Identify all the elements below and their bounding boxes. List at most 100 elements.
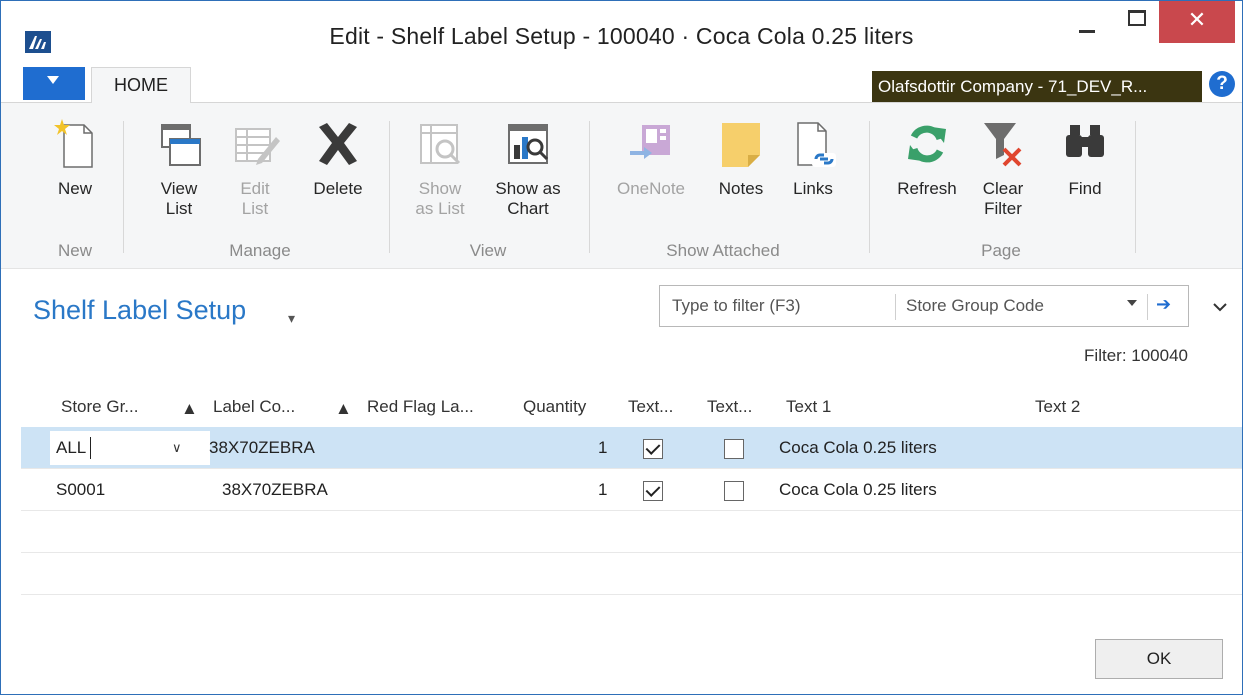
filter-search-input[interactable]: Type to filter (F3) [672,296,800,316]
column-header-text1[interactable]: Text 1 [786,397,831,417]
links-button[interactable]: Links [785,115,841,199]
apply-filter-arrow-icon[interactable]: ➔ [1156,294,1171,315]
refresh-button[interactable]: Refresh [887,115,967,199]
store-group-code-field[interactable]: ALL ∨ [50,431,210,465]
show-as-chart-icon [503,115,553,171]
edit-list-label-2: List [241,199,269,218]
view-list-label-1: View [160,179,198,198]
text-b-checkbox[interactable] [724,439,744,459]
refresh-icon [902,115,952,171]
view-list-label-2: List [165,199,193,218]
minimize-icon [1079,30,1095,33]
links-label: Links [793,179,833,198]
column-header-red-flag[interactable]: Red Flag La... [367,397,474,417]
column-header-label-code[interactable]: Label Co... [213,397,295,417]
table-row[interactable]: ALL ∨ 38X70ZEBRA 1 Coca Cola 0.25 liters [21,427,1242,469]
find-button[interactable]: Find [1055,115,1115,199]
empty-row[interactable] [21,553,1242,595]
show-as-chart-button[interactable]: Show as Chart [485,115,571,219]
ribbon: New New View List Edit List Delete Manag… [1,103,1242,269]
filter-status: Filter: 100040 [1084,346,1188,365]
tab-home[interactable]: HOME [91,67,191,104]
onenote-icon [626,115,676,171]
filter-bar: Type to filter (F3) Store Group Code ➔ [659,285,1189,327]
delete-icon [313,115,363,171]
show-as-list-label-1: Show [418,179,462,198]
application-menu-button[interactable] [23,67,85,100]
group-label-page: Page [981,241,1021,260]
quantity-cell[interactable]: 1 [598,480,607,500]
clear-filter-icon [978,115,1028,171]
sort-ascending-icon: ▲ [181,399,198,418]
chevron-down-icon[interactable]: ∨ [172,440,182,456]
edit-list-button[interactable]: Edit List [223,115,287,219]
clear-filter-label-2: Filter [984,199,1022,218]
close-button[interactable]: ✕ [1159,1,1235,43]
column-header-quantity[interactable]: Quantity [523,397,586,417]
label-code-cell[interactable]: 38X70ZEBRA [222,480,328,500]
table-row[interactable]: S0001 38X70ZEBRA 1 Coca Cola 0.25 liters [21,469,1242,511]
show-as-chart-label-2: Chart [507,199,549,218]
view-list-button[interactable]: View List [147,115,211,219]
filter-field-select[interactable]: Store Group Code [906,296,1044,316]
ribbon-tab-row: HOME Olafsdottir Company - 71_DEV_R... ? [1,63,1242,104]
find-label: Find [1068,179,1102,198]
column-header-store-group[interactable]: Store Gr... [61,397,138,417]
store-group-value: ALL [56,438,87,457]
group-label-manage: Manage [229,241,291,260]
text1-cell[interactable]: Coca Cola 0.25 liters [779,480,937,500]
notes-icon [716,115,766,171]
delete-button[interactable]: Delete [303,115,373,199]
minimize-button[interactable] [1063,1,1111,43]
edit-list-icon [230,115,280,171]
show-as-chart-label-1: Show as [495,179,561,198]
new-document-icon [50,115,100,171]
text-b-checkbox[interactable] [724,481,744,501]
group-separator [1135,121,1136,253]
chevron-down-icon[interactable] [1127,300,1137,306]
collapse-chevron-icon[interactable] [1213,297,1227,317]
store-group-cell[interactable]: S0001 [56,480,105,500]
column-header-text-b[interactable]: Text... [707,397,752,417]
group-separator [589,121,590,253]
text-a-checkbox[interactable] [643,439,663,459]
divider [1147,294,1148,320]
sort-ascending-icon: ▲ [335,399,352,418]
text1-cell[interactable]: Coca Cola 0.25 liters [779,438,937,458]
delete-label: Delete [313,179,363,198]
column-header-text-a[interactable]: Text... [628,397,673,417]
page-title[interactable]: Shelf Label Setup [33,295,246,326]
help-icon[interactable]: ? [1209,71,1235,97]
group-label-show-attached: Show Attached [666,241,780,260]
group-separator [389,121,390,253]
title-menu-caret-icon[interactable]: ▾ [288,310,295,327]
edit-window: Edit - Shelf Label Setup - 100040 · Coca… [0,0,1243,695]
group-label-new: New [57,241,92,260]
group-separator [869,121,870,253]
ok-button[interactable]: OK [1095,639,1223,679]
grid-header: Store Gr... ▲ Label Co... ▲ Red Flag La.… [21,385,1242,427]
show-as-list-icon [415,115,465,171]
quantity-cell[interactable]: 1 [598,438,607,458]
show-as-list-button[interactable]: Show as List [405,115,475,219]
show-as-list-label-2: as List [415,199,465,218]
notes-button[interactable]: Notes [709,115,773,199]
links-icon [788,115,838,171]
label-code-cell[interactable]: 38X70ZEBRA [209,438,315,458]
text-cursor [90,437,91,459]
empty-row[interactable] [21,511,1242,553]
company-name[interactable]: Olafsdottir Company - 71_DEV_R... [872,71,1202,102]
clear-filter-label-1: Clear [982,179,1024,198]
notes-label: Notes [718,179,764,198]
title-bar: Edit - Shelf Label Setup - 100040 · Coca… [1,1,1242,63]
clear-filter-button[interactable]: Clear Filter [971,115,1035,219]
divider [895,294,896,320]
column-header-text2[interactable]: Text 2 [1035,397,1080,417]
onenote-button[interactable]: OneNote [605,115,697,199]
view-list-icon [154,115,204,171]
maximize-button[interactable] [1113,1,1161,43]
new-button[interactable]: New [45,115,105,199]
group-separator [123,121,124,253]
text-a-checkbox[interactable] [643,481,663,501]
window-title: Edit - Shelf Label Setup - 100040 · Coca… [329,23,914,49]
